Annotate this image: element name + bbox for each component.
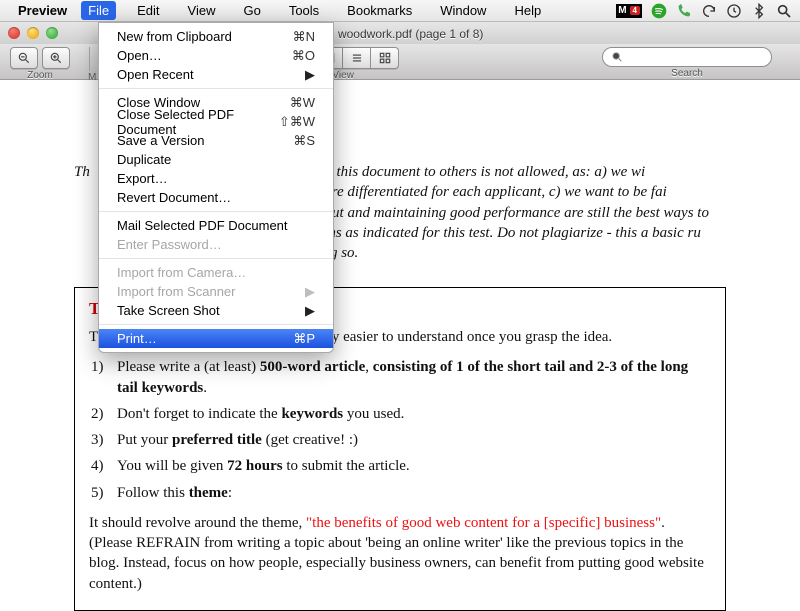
file-menu-item[interactable]: Export… [99, 169, 333, 188]
phone-status-icon[interactable] [676, 3, 692, 19]
closing-paragraph: It should revolve around the theme, "the… [89, 513, 711, 594]
menu-edit[interactable]: Edit [130, 1, 166, 20]
system-menubar: Preview File Edit View Go Tools Bookmarks Wind… [0, 0, 800, 22]
file-menu-item[interactable]: Open…⌘O [99, 46, 333, 65]
menu-bookmarks[interactable]: Bookmarks [340, 1, 419, 20]
file-menu-item[interactable]: Print…⌘P [99, 329, 333, 348]
menu-file[interactable]: File [81, 1, 116, 20]
spotify-status-icon[interactable] [651, 3, 667, 19]
menu-go[interactable]: Go [236, 1, 267, 20]
view-toc-button[interactable] [343, 47, 371, 69]
move-group: M [88, 47, 96, 83]
search-group: Search [602, 47, 772, 79]
file-menu-item: Enter Password… [99, 235, 333, 254]
app-name[interactable]: Preview [18, 3, 67, 18]
menu-help[interactable]: Help [507, 1, 548, 20]
file-menu-item[interactable]: New from Clipboard⌘N [99, 27, 333, 46]
file-menu-item[interactable]: Duplicate [99, 150, 333, 169]
menubar-status-area: M4 [616, 3, 792, 19]
zoom-out-button[interactable] [10, 47, 38, 69]
zoom-group: Zoom [10, 47, 70, 81]
menu-window[interactable]: Window [433, 1, 493, 20]
bluetooth-status-icon[interactable] [751, 3, 767, 19]
handwritten-theme: "the benefits of good web content for a … [306, 515, 661, 531]
instruction-list: Please write a (at least) 500-word artic… [89, 357, 711, 503]
file-menu-item[interactable]: Save a Version⌘S [99, 131, 333, 150]
search-icon [611, 50, 623, 64]
search-label: Search [671, 68, 703, 79]
view-contact-sheet-button[interactable] [371, 47, 399, 69]
clock-status-icon[interactable] [726, 3, 742, 19]
list-item: Don't forget to indicate the keywords yo… [89, 404, 711, 424]
file-menu-item[interactable]: Mail Selected PDF Document [99, 216, 333, 235]
search-input[interactable] [628, 51, 763, 63]
file-menu-item[interactable]: Take Screen Shot▶ [99, 301, 333, 320]
window-controls [8, 27, 58, 39]
menu-tools[interactable]: Tools [282, 1, 326, 20]
file-menu-item: Import from Scanner▶ [99, 282, 333, 301]
list-item: Put your preferred title (get creative! … [89, 430, 711, 450]
file-menu-dropdown: New from Clipboard⌘NOpen…⌘OOpen Recent▶ C… [98, 22, 334, 353]
sync-status-icon[interactable] [701, 3, 717, 19]
minimize-window-button[interactable] [27, 27, 39, 39]
list-item: Please write a (at least) 500-word artic… [89, 357, 711, 398]
close-window-button[interactable] [8, 27, 20, 39]
spotlight-icon[interactable] [776, 3, 792, 19]
menu-view[interactable]: View [181, 1, 223, 20]
adobe-status-icon[interactable]: M4 [616, 4, 642, 18]
file-menu-item: Import from Camera… [99, 263, 333, 282]
file-menu-item[interactable]: Close Selected PDF Document⇧⌘W [99, 112, 333, 131]
file-menu-item[interactable]: Open Recent▶ [99, 65, 333, 84]
zoom-in-button[interactable] [42, 47, 70, 69]
search-field[interactable] [602, 47, 772, 67]
window-title: woodwork.pdf (page 1 of 8) [317, 26, 484, 41]
zoom-window-button[interactable] [46, 27, 58, 39]
list-item: You will be given 72 hours to submit the… [89, 456, 711, 476]
list-item: Follow this theme: [89, 483, 711, 503]
file-menu-item[interactable]: Revert Document… [99, 188, 333, 207]
